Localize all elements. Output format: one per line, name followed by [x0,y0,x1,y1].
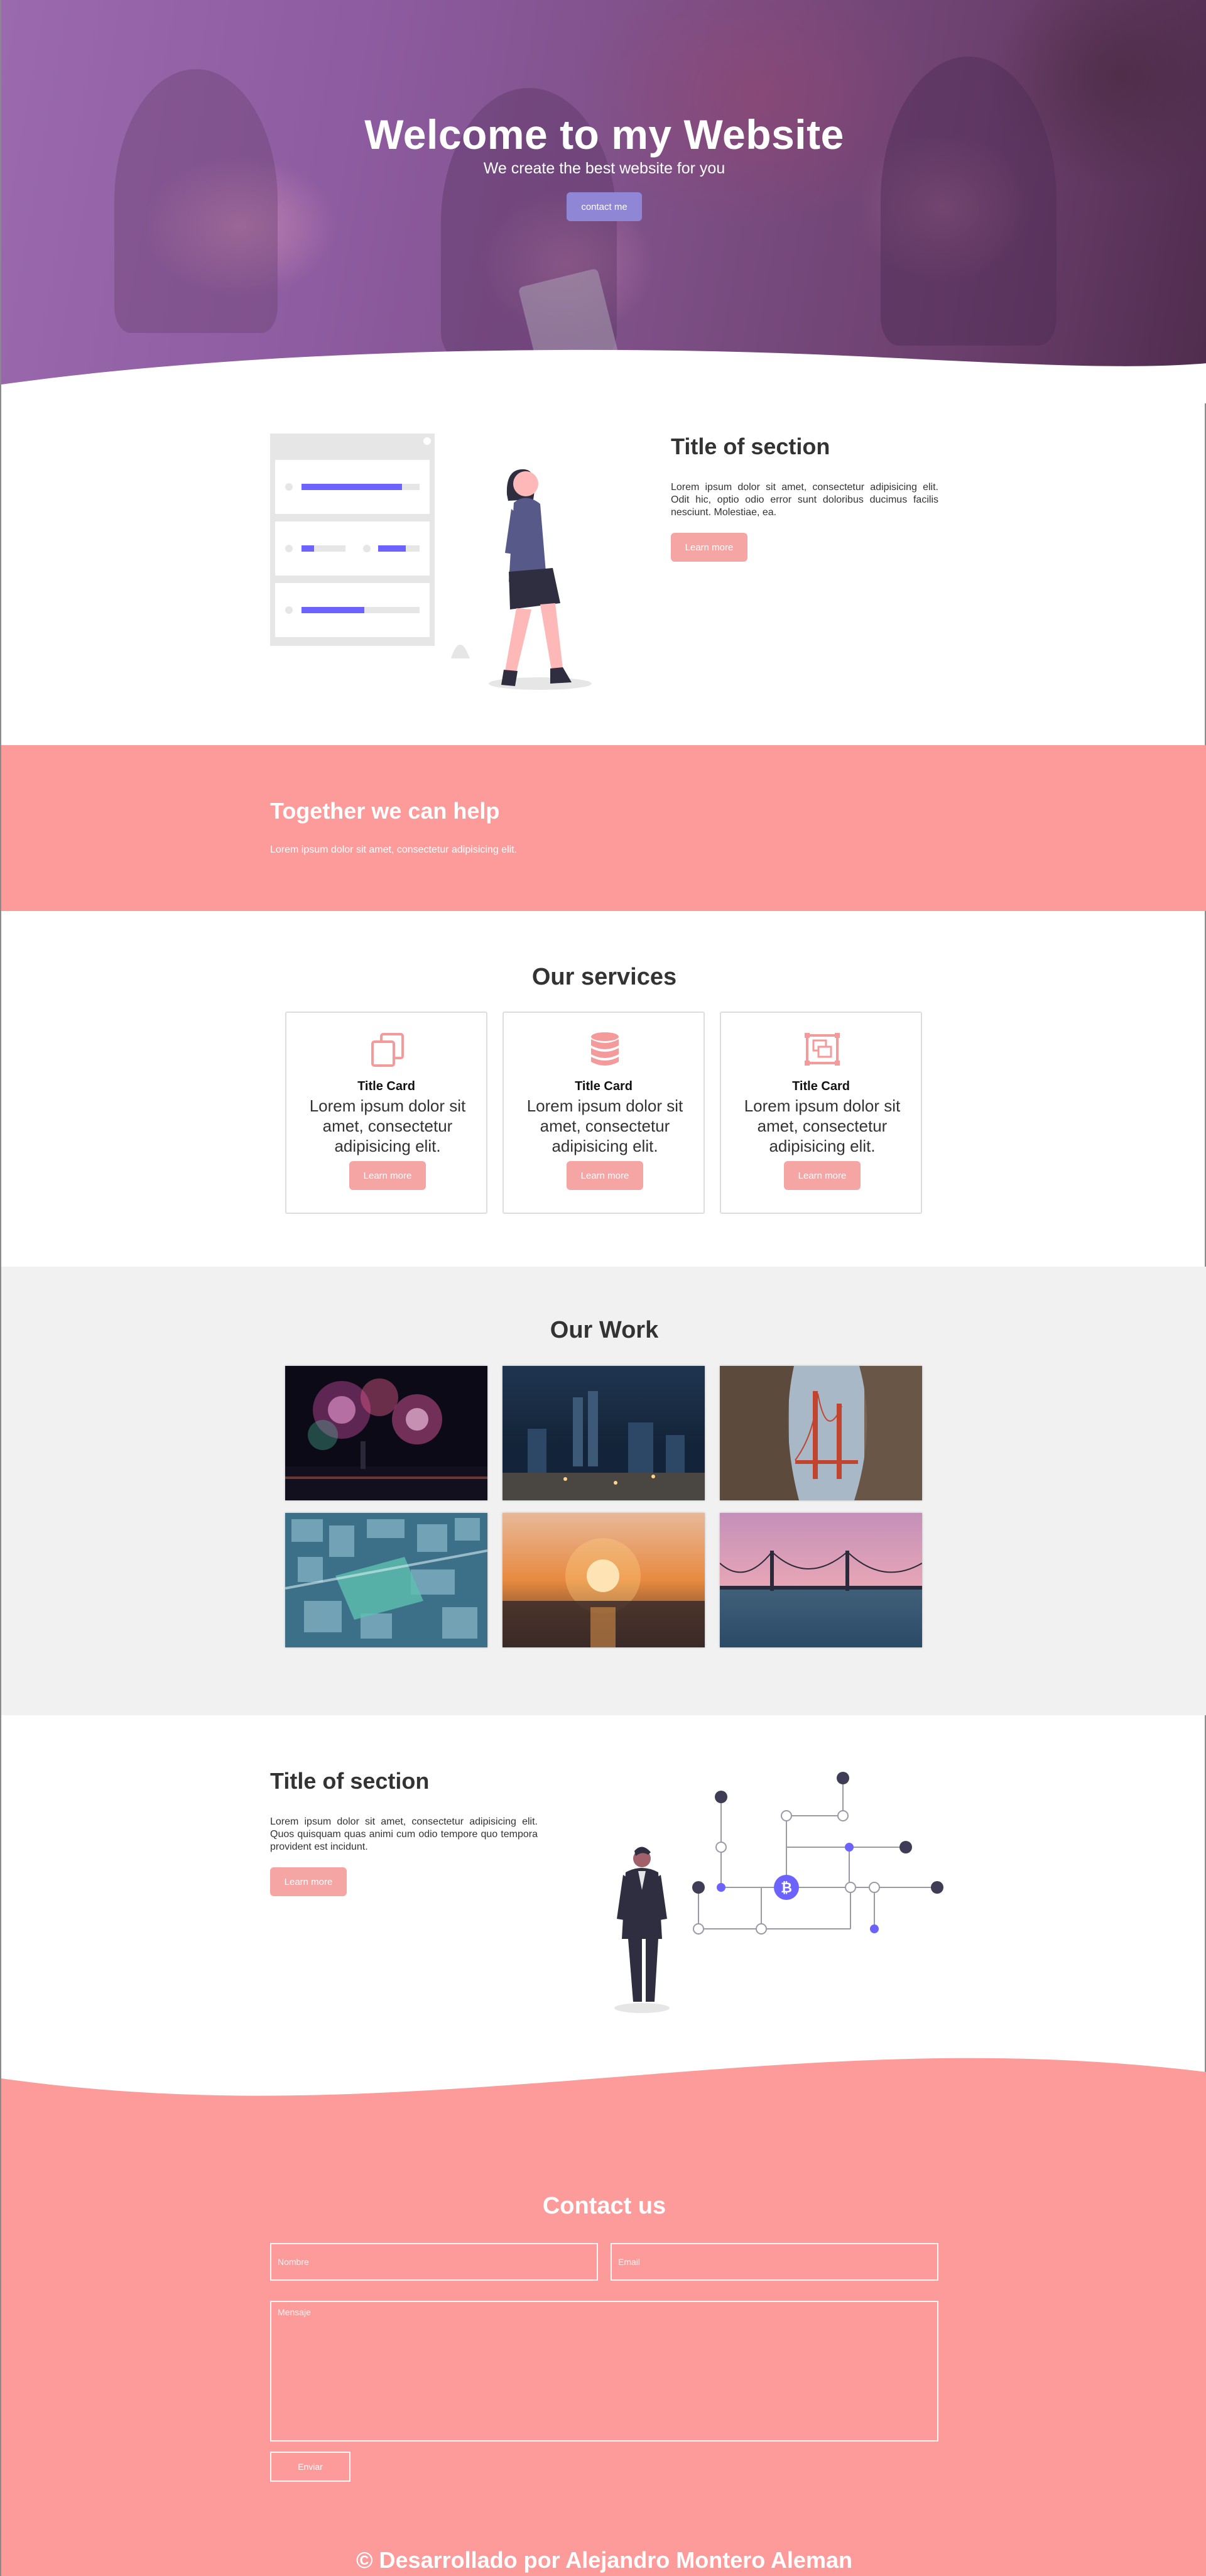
help-banner: Together we can help Lorem ipsum dolor s… [1,745,1206,911]
section-two-learn-more-button[interactable]: Learn more [270,1867,347,1896]
footer-credit: © Desarrollado por Alejandro Montero Ale… [356,2547,852,2573]
service-card-learn-more-button[interactable]: Learn more [349,1161,426,1190]
photo-gallery-icon [805,1033,840,1066]
send-button[interactable]: Enviar [270,2452,350,2482]
hero-photo-person-right [881,57,1057,346]
help-banner-text: Lorem ipsum dolor sit amet, consectetur … [270,844,518,855]
service-card-title: Title Card [792,1079,850,1093]
service-card-title: Title Card [575,1079,633,1093]
help-banner-title: Together we can help [270,798,500,824]
message-field[interactable] [270,2301,938,2442]
section-one-text: Lorem ipsum dolor sit amet, consectetur … [671,482,938,518]
work-image-fireworks[interactable] [285,1366,487,1500]
blockchain-network-illustration: ₿ [614,1772,943,2013]
svg-text:₿: ₿ [781,1880,792,1896]
services-title: Our services [531,964,677,990]
service-card-text: Lorem ipsum dolor sit amet, consectetur … [744,1096,901,1155]
hero-wave-divider [1,349,1206,403]
dashboard-woman-illustration [270,434,592,690]
service-card: Title Card Lorem ipsum dolor sit amet, c… [285,1012,487,1214]
hero-subtitle: We create the best website for you [483,160,725,177]
section-one-title: Title of section [671,434,830,459]
contact-title: Contact us [542,2193,666,2219]
work-image-city-night[interactable] [503,1366,705,1500]
database-icon [591,1032,619,1066]
section-two-title: Title of section [270,1768,430,1794]
work-image-golden-gate-bridge[interactable] [720,1366,922,1500]
service-card-learn-more-button[interactable]: Learn more [784,1161,861,1190]
service-card-text: Lorem ipsum dolor sit amet, consectetur … [309,1096,466,1155]
work-title: Our Work [550,1317,659,1343]
copy-icon [371,1033,404,1067]
section-two-text: Lorem ipsum dolor sit amet, consectetur … [270,1816,538,1852]
hero-title: Welcome to my Website [364,111,844,158]
contact-me-button[interactable]: contact me [567,192,642,221]
email-field[interactable] [611,2243,938,2281]
service-card-learn-more-button[interactable]: Learn more [567,1161,643,1190]
service-card-title: Title Card [357,1079,415,1093]
work-image-bay-bridge[interactable] [720,1513,922,1647]
service-card-text: Lorem ipsum dolor sit amet, consectetur … [526,1096,683,1155]
work-image-sunset-city[interactable] [503,1513,705,1647]
service-card: Title Card Lorem ipsum dolor sit amet, c… [503,1012,705,1214]
service-card: Title Card Lorem ipsum dolor sit amet, c… [720,1012,922,1214]
name-field[interactable] [270,2243,598,2281]
section-one-learn-more-button[interactable]: Learn more [671,533,747,562]
work-image-aerial-city[interactable] [285,1513,487,1647]
hero-photo-person-left [114,69,278,333]
